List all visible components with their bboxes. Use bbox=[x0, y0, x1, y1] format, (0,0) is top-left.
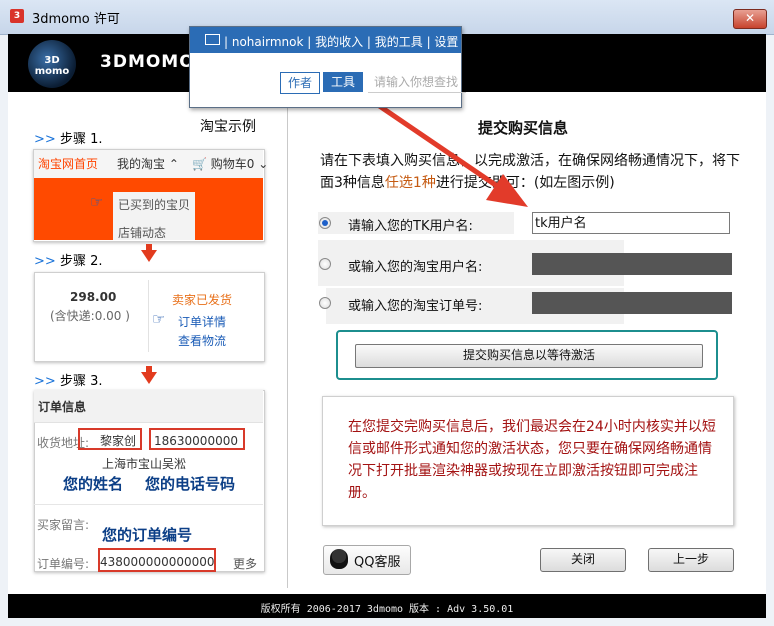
tool-button[interactable]: 工具 bbox=[323, 72, 363, 92]
mail-icon[interactable] bbox=[205, 34, 220, 45]
annotation-arrow-head bbox=[486, 174, 528, 207]
author-button[interactable]: 作者 bbox=[280, 72, 320, 94]
popup-search-input[interactable]: 请输入你想查找 bbox=[368, 72, 466, 93]
popup-menu-text[interactable]: | nohairmnok | 我的收入 | 我的工具 | 设置 bbox=[224, 33, 458, 50]
